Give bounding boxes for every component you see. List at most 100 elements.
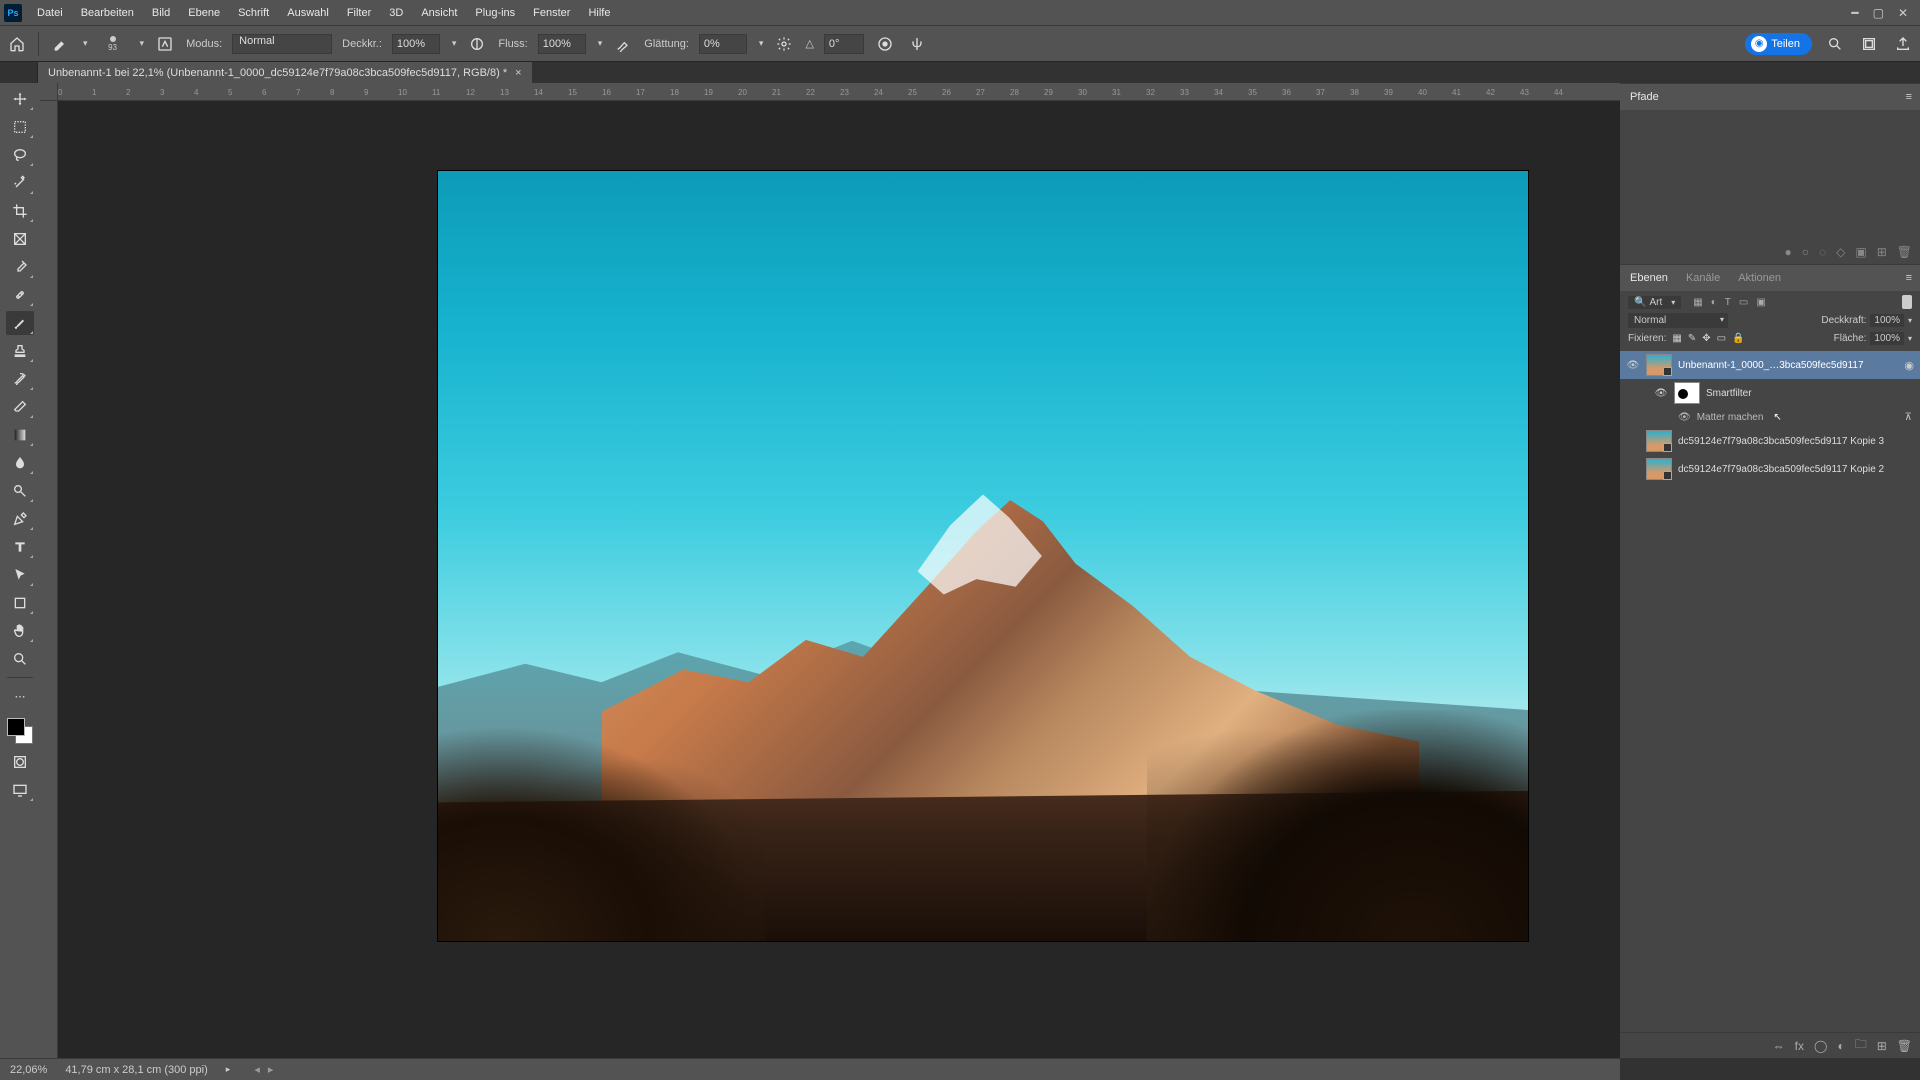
- filter-shape-icon[interactable]: ▭: [1739, 297, 1748, 308]
- menu-ebene[interactable]: Ebene: [179, 3, 229, 23]
- menu-hilfe[interactable]: Hilfe: [579, 3, 619, 23]
- paths-delete-icon[interactable]: 🗑: [1897, 245, 1912, 259]
- layer-thumb[interactable]: [1646, 354, 1672, 376]
- tool-preset-icon[interactable]: [49, 33, 71, 55]
- pen-tool[interactable]: [6, 507, 34, 531]
- menu-3d[interactable]: 3D: [380, 3, 412, 23]
- link-layers-icon[interactable]: ⇔: [1773, 1039, 1785, 1053]
- quickmask-icon[interactable]: [6, 750, 34, 774]
- marquee-tool[interactable]: [6, 115, 34, 139]
- menu-bearbeiten[interactable]: Bearbeiten: [72, 3, 143, 23]
- layer-group-icon[interactable]: 🗀: [1855, 1035, 1867, 1056]
- visibility-toggle[interactable]: 👁: [1654, 388, 1668, 399]
- menu-datei[interactable]: Datei: [28, 3, 72, 23]
- filter-type-icon[interactable]: T: [1725, 297, 1731, 308]
- move-tool[interactable]: [6, 87, 34, 111]
- pressure-opacity-icon[interactable]: [466, 33, 488, 55]
- lasso-tool[interactable]: [6, 143, 34, 167]
- brush-preset-caret[interactable]: ▾: [140, 38, 145, 49]
- blend-mode-select[interactable]: Normal: [232, 34, 332, 54]
- layer-thumb[interactable]: [1646, 458, 1672, 480]
- filter-pixel-icon[interactable]: ▦: [1693, 297, 1702, 308]
- window-close-icon[interactable]: ✕: [1898, 6, 1908, 20]
- lock-transparent-icon[interactable]: ▦: [1672, 333, 1681, 344]
- layer-row[interactable]: 👁 dc59124e7f79a08c3bca509fec5d9117 Kopie…: [1620, 455, 1920, 483]
- window-maximize-icon[interactable]: ▢: [1873, 6, 1884, 20]
- zoom-tool[interactable]: [6, 647, 34, 671]
- tab-channels[interactable]: Kanäle: [1684, 267, 1722, 289]
- foreground-swatch[interactable]: [7, 718, 25, 736]
- flow-caret[interactable]: ▾: [598, 38, 603, 49]
- visibility-toggle[interactable]: 👁: [1626, 360, 1640, 371]
- layer-name[interactable]: dc59124e7f79a08c3bca509fec5d9117 Kopie 3: [1678, 436, 1914, 447]
- hand-tool[interactable]: [6, 619, 34, 643]
- layers-panel-menu-icon[interactable]: ≡: [1906, 272, 1912, 284]
- status-zoom[interactable]: 22,06%: [10, 1064, 47, 1076]
- menu-plugins[interactable]: Plug-ins: [466, 3, 524, 23]
- frame-tool[interactable]: [6, 227, 34, 251]
- blur-tool[interactable]: [6, 451, 34, 475]
- paths-fill-icon[interactable]: ●: [1784, 245, 1791, 259]
- gradient-tool[interactable]: [6, 423, 34, 447]
- new-layer-icon[interactable]: ⊞: [1877, 1039, 1887, 1053]
- angle-input[interactable]: [824, 34, 864, 54]
- canvas[interactable]: [58, 101, 1620, 1058]
- filter-smart-icon[interactable]: ▣: [1756, 297, 1765, 308]
- stamp-tool[interactable]: [6, 339, 34, 363]
- visibility-toggle[interactable]: 👁: [1678, 412, 1691, 423]
- smartfilter-item[interactable]: 👁 Matter machen ↖ ⊼: [1620, 407, 1920, 427]
- menu-schrift[interactable]: Schrift: [229, 3, 278, 23]
- close-tab-icon[interactable]: ×: [515, 67, 521, 79]
- window-minimize-icon[interactable]: ━: [1851, 6, 1858, 20]
- layer-filter-type[interactable]: 🔍 Art ▾: [1628, 296, 1681, 309]
- color-swatches[interactable]: [5, 716, 35, 746]
- opacity-layer-input[interactable]: 100%: [1870, 314, 1904, 327]
- dodge-tool[interactable]: [6, 479, 34, 503]
- tab-paths[interactable]: Pfade: [1628, 86, 1661, 108]
- blend-mode-dropdown[interactable]: Normal: [1628, 313, 1728, 328]
- tab-actions[interactable]: Aktionen: [1736, 267, 1783, 289]
- flow-input[interactable]: [538, 34, 586, 54]
- smoothing-gear-icon[interactable]: [773, 33, 795, 55]
- layer-name[interactable]: Unbenannt-1_0000_…3bca509fec5d9117: [1678, 360, 1898, 371]
- smoothing-input[interactable]: [699, 34, 747, 54]
- filter-toggle[interactable]: [1902, 295, 1912, 309]
- paths-selection-icon[interactable]: ◌: [1819, 245, 1826, 259]
- smoothing-caret[interactable]: ▾: [759, 38, 764, 49]
- pressure-size-icon[interactable]: [874, 33, 896, 55]
- paths-new-icon[interactable]: ⊞: [1877, 245, 1887, 259]
- type-tool[interactable]: [6, 535, 34, 559]
- timeline-next-icon[interactable]: ▸: [268, 1063, 274, 1076]
- layer-row[interactable]: 👁 Unbenannt-1_0000_…3bca509fec5d9117 ◉: [1620, 351, 1920, 379]
- eyedropper-tool[interactable]: [6, 255, 34, 279]
- status-dimensions[interactable]: 41,79 cm x 28,1 cm (300 ppi): [65, 1064, 207, 1076]
- filter-adjust-icon[interactable]: ◐: [1711, 297, 1717, 308]
- airbrush-icon[interactable]: [612, 33, 634, 55]
- filter-indicator-icon[interactable]: ◉: [1904, 359, 1914, 372]
- lock-artboard-icon[interactable]: ▭: [1717, 333, 1726, 344]
- adjustment-layer-icon[interactable]: ◐: [1837, 1039, 1844, 1053]
- shape-tool[interactable]: [6, 591, 34, 615]
- layer-fx-icon[interactable]: fx: [1795, 1039, 1804, 1053]
- tool-preset-caret[interactable]: ▾: [83, 38, 88, 49]
- tab-layers[interactable]: Ebenen: [1628, 267, 1670, 289]
- menu-fenster[interactable]: Fenster: [524, 3, 579, 23]
- menu-ansicht[interactable]: Ansicht: [412, 3, 466, 23]
- brush-tool[interactable]: [6, 311, 34, 335]
- path-select-tool[interactable]: [6, 563, 34, 587]
- menu-filter[interactable]: Filter: [338, 3, 380, 23]
- screenmode-icon[interactable]: [6, 778, 34, 802]
- menu-bild[interactable]: Bild: [143, 3, 179, 23]
- document-tab[interactable]: Unbenannt-1 bei 22,1% (Unbenannt-1_0000_…: [38, 62, 532, 83]
- search-icon[interactable]: [1824, 33, 1846, 55]
- arrange-icon[interactable]: [1858, 33, 1880, 55]
- layer-row-smartfilters[interactable]: 👁 Smartfilter: [1620, 379, 1920, 407]
- layer-thumb[interactable]: [1646, 430, 1672, 452]
- share-button[interactable]: ◉ Teilen: [1745, 33, 1812, 55]
- layer-mask-icon[interactable]: ◯: [1814, 1039, 1827, 1053]
- crop-tool[interactable]: [6, 199, 34, 223]
- timeline-prev-icon[interactable]: ◂: [254, 1063, 260, 1076]
- paths-shape-icon[interactable]: ◇: [1836, 245, 1845, 259]
- lock-all-icon[interactable]: 🔒: [1732, 333, 1744, 344]
- share-export-icon[interactable]: [1892, 33, 1914, 55]
